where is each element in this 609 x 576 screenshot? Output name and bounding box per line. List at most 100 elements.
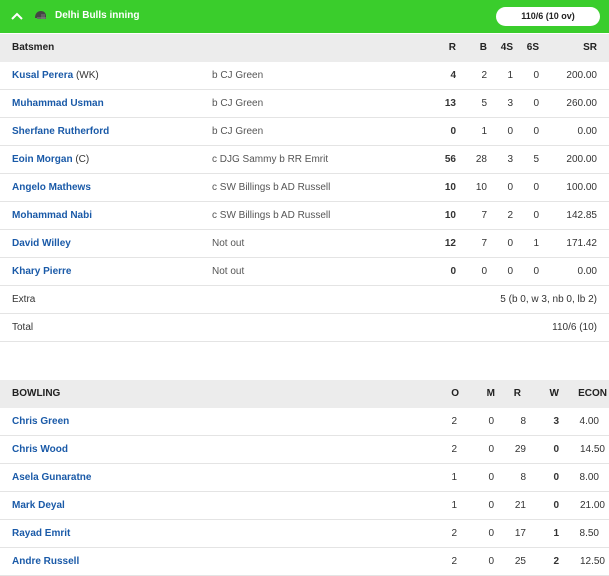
- strike-rate: 171.42: [566, 238, 597, 249]
- maidens: 0: [488, 444, 494, 455]
- strike-rate: 142.85: [566, 210, 597, 221]
- dismissal-text: c DJG Sammy b RR Emrit: [212, 154, 329, 165]
- batsman-name[interactable]: Sherfane Rutherford: [12, 118, 109, 145]
- bowler-name[interactable]: Rayad Emrit: [12, 520, 70, 547]
- strike-rate: 260.00: [566, 98, 597, 109]
- runs: 12: [444, 238, 456, 249]
- batsman-name[interactable]: Kusal Perera (WK): [12, 62, 99, 89]
- runs: 0: [450, 266, 456, 277]
- extras-value: 5 (b 0, w 3, nb 0, lb 2): [500, 294, 597, 305]
- balls: 5: [481, 98, 487, 109]
- sixes: 0: [533, 126, 539, 137]
- economy: 12.50: [579, 556, 605, 567]
- bowling-table: Chris Green 2 0 8 3 4.00 Chris Wood 2 0 …: [0, 408, 609, 576]
- batsman-name[interactable]: Angelo Mathews: [12, 174, 91, 201]
- chevron-up-icon[interactable]: [10, 10, 24, 22]
- overs: 2: [451, 556, 457, 567]
- dismissal-text: b CJ Green: [212, 126, 264, 137]
- col-balls: B: [479, 42, 487, 53]
- fours: 0: [507, 182, 513, 193]
- batsman-name[interactable]: Mohammad Nabi: [12, 202, 92, 229]
- total-row: Total 110/6 (10): [0, 314, 609, 342]
- bowler-row: Rayad Emrit 2 0 17 1 8.50: [0, 520, 609, 548]
- fours: 1: [507, 70, 513, 81]
- col-fours: 4S: [500, 42, 513, 53]
- sixes: 0: [533, 210, 539, 221]
- overs: 1: [451, 472, 457, 483]
- balls: 0: [481, 266, 487, 277]
- runs-conceded: 8: [520, 416, 526, 427]
- wickets: 2: [553, 556, 559, 567]
- bowler-name[interactable]: Chris Wood: [12, 436, 68, 463]
- wickets: 3: [553, 416, 559, 427]
- col-maidens: M: [486, 388, 495, 399]
- dismissal-text: b CJ Green: [212, 70, 264, 81]
- dismissal-text: b CJ Green: [212, 98, 264, 109]
- extras-label: Extra: [12, 294, 36, 305]
- col-overs: O: [451, 388, 459, 399]
- runs: 56: [444, 154, 456, 165]
- wickets: 0: [553, 500, 559, 511]
- balls: 10: [475, 182, 487, 193]
- col-runs-conceded: R: [513, 388, 521, 399]
- batting-table-header: Batsmen R B 4S 6S SR: [0, 34, 609, 62]
- batsman-name[interactable]: Eoin Morgan (C): [12, 146, 89, 173]
- wickets: 0: [553, 472, 559, 483]
- sixes: 5: [533, 154, 539, 165]
- runs-conceded: 8: [520, 472, 526, 483]
- sixes: 0: [533, 98, 539, 109]
- balls: 28: [475, 154, 487, 165]
- fours: 0: [507, 266, 513, 277]
- bowler-row: Chris Wood 2 0 29 0 14.50: [0, 436, 609, 464]
- col-runs: R: [448, 42, 456, 53]
- batsman-row: Angelo Mathews c SW Billings b AD Russel…: [0, 174, 609, 202]
- bowler-name[interactable]: Mark Deyal: [12, 492, 65, 519]
- batsman-row: Eoin Morgan (C) c DJG Sammy b RR Emrit 5…: [0, 146, 609, 174]
- runs-conceded: 17: [514, 528, 526, 539]
- innings-header[interactable]: Delhi Bulls inning 110/6 (10 ov): [0, 0, 609, 33]
- bowler-row: Asela Gunaratne 1 0 8 0 8.00: [0, 464, 609, 492]
- sixes: 0: [533, 182, 539, 193]
- maidens: 0: [488, 556, 494, 567]
- balls: 2: [481, 70, 487, 81]
- runs-conceded: 21: [514, 500, 526, 511]
- batting-table: Kusal Perera (WK) b CJ Green 4 2 1 0 200…: [0, 62, 609, 342]
- economy: 4.00: [579, 416, 599, 427]
- economy: 8.50: [579, 528, 599, 539]
- batsman-name[interactable]: David Willey: [12, 230, 71, 257]
- overs: 2: [451, 416, 457, 427]
- batsman-name[interactable]: Khary Pierre: [12, 258, 71, 285]
- balls: 1: [481, 126, 487, 137]
- fours: 0: [507, 126, 513, 137]
- batsman-name[interactable]: Muhammad Usman: [12, 90, 104, 117]
- runs: 10: [444, 182, 456, 193]
- runs-conceded: 25: [514, 556, 526, 567]
- dismissal-text: Not out: [212, 238, 245, 249]
- bowler-row: Mark Deyal 1 0 21 0 21.00: [0, 492, 609, 520]
- role-tag: (WK): [75, 70, 99, 81]
- bowler-name[interactable]: Andre Russell: [12, 548, 79, 575]
- role-tag: (C): [75, 154, 90, 165]
- batsman-row: Sherfane Rutherford b CJ Green 0 1 0 0 0…: [0, 118, 609, 146]
- dismissal-text: c SW Billings b AD Russell: [212, 182, 331, 193]
- batsman-row: Khary Pierre Not out 0 0 0 0 0.00: [0, 258, 609, 286]
- total-value: 110/6 (10): [552, 322, 597, 333]
- strike-rate: 0.00: [577, 266, 597, 277]
- col-strike-rate: SR: [583, 42, 597, 53]
- overs: 2: [451, 444, 457, 455]
- col-sixes: 6S: [526, 42, 539, 53]
- batsman-row: David Willey Not out 12 7 0 1 171.42: [0, 230, 609, 258]
- col-batsmen: Batsmen: [12, 42, 55, 53]
- dismissal-text: c SW Billings b AD Russell: [212, 210, 331, 221]
- dismissal-text: Not out: [212, 266, 245, 277]
- runs: 4: [450, 70, 456, 81]
- strike-rate: 200.00: [566, 154, 597, 165]
- score-badge: 110/6 (10 ov): [496, 7, 600, 26]
- extras-row: Extra 5 (b 0, w 3, nb 0, lb 2): [0, 286, 609, 314]
- helmet-icon: [35, 11, 46, 19]
- runs: 0: [450, 126, 456, 137]
- bowler-name[interactable]: Asela Gunaratne: [12, 464, 91, 491]
- bowler-name[interactable]: Chris Green: [12, 408, 69, 435]
- total-label: Total: [12, 322, 34, 333]
